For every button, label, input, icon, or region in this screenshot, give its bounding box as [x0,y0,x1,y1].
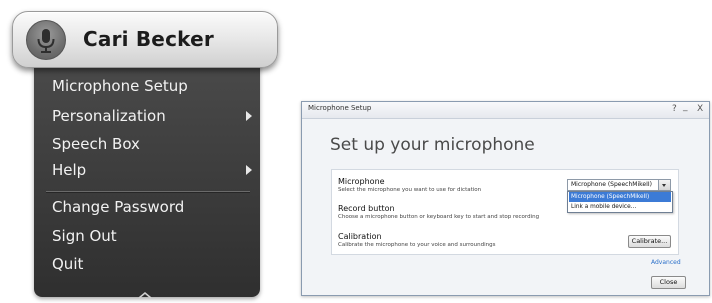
dialog-title: Microphone Setup [308,104,372,112]
menu-item-label: Help [52,161,87,179]
minimize-button[interactable]: _ [683,101,688,113]
menu-item-speech-box[interactable]: Speech Box [52,132,252,156]
calibrate-button[interactable]: Calibrate... [628,235,671,248]
menu-item-microphone-setup[interactable]: Microphone Setup [52,74,252,98]
dropdown-option[interactable]: Microphone (SpeechMikeII) [569,192,671,202]
menu-item-help[interactable]: Help [52,158,252,182]
menu-divider [46,191,250,193]
menu-item-quit[interactable]: Quit [52,252,252,276]
menu-item-label: Personalization [52,107,166,125]
microphone-section-description: Select the microphone you want to use fo… [338,187,482,193]
microphone-dropdown-list: Microphone (SpeechMikeII) Link a mobile … [567,191,673,213]
menu-item-change-password[interactable]: Change Password [52,195,252,219]
chevron-up-icon[interactable] [138,284,152,303]
microphone-select[interactable]: Microphone (SpeechMikeII) [567,179,671,191]
submenu-arrow-icon [246,111,252,121]
dialog-titlebar: Microphone Setup ? _ X [302,102,709,119]
menu-item-label: Change Password [52,198,185,216]
avatar [26,20,66,60]
user-menu-panel: Microphone Setup Personalization Speech … [34,60,260,299]
dropdown-option[interactable]: Link a mobile device... [569,202,671,212]
settings-panel: Microphone Select the microphone you wan… [331,169,679,255]
close-window-button[interactable]: X [697,103,703,115]
advanced-link[interactable]: Advanced [651,259,681,266]
microphone-select-value: Microphone (SpeechMikeII) [571,181,652,188]
help-button[interactable]: ? [672,103,677,115]
record-button-section-description: Choose a microphone button or keyboard k… [338,214,540,220]
user-name: Cari Becker [83,27,214,51]
microphone-icon [37,29,55,53]
calibration-section-description: Calibrate the microphone to your voice a… [338,242,496,248]
calibrate-button-label: Calibrate... [631,237,668,245]
menu-item-label: Speech Box [52,135,140,153]
calibration-section-title: Calibration [338,232,382,241]
user-profile-button[interactable]: Cari Becker [12,11,278,68]
close-button-label: Close [659,278,678,286]
menu-item-personalization[interactable]: Personalization [52,104,252,128]
submenu-arrow-icon [246,165,252,175]
close-button[interactable]: Close [651,276,686,289]
page-title: Set up your microphone [330,135,535,155]
chevron-down-icon[interactable] [658,180,670,190]
microphone-section-title: Microphone [338,177,385,186]
menu-item-label: Quit [52,255,84,273]
menu-item-label: Sign Out [52,227,117,245]
menu-item-label: Microphone Setup [52,77,188,95]
menu-item-sign-out[interactable]: Sign Out [52,224,252,248]
record-button-section-title: Record button [338,204,395,213]
microphone-setup-dialog: Microphone Setup ? _ X Set up your micro… [301,101,710,296]
